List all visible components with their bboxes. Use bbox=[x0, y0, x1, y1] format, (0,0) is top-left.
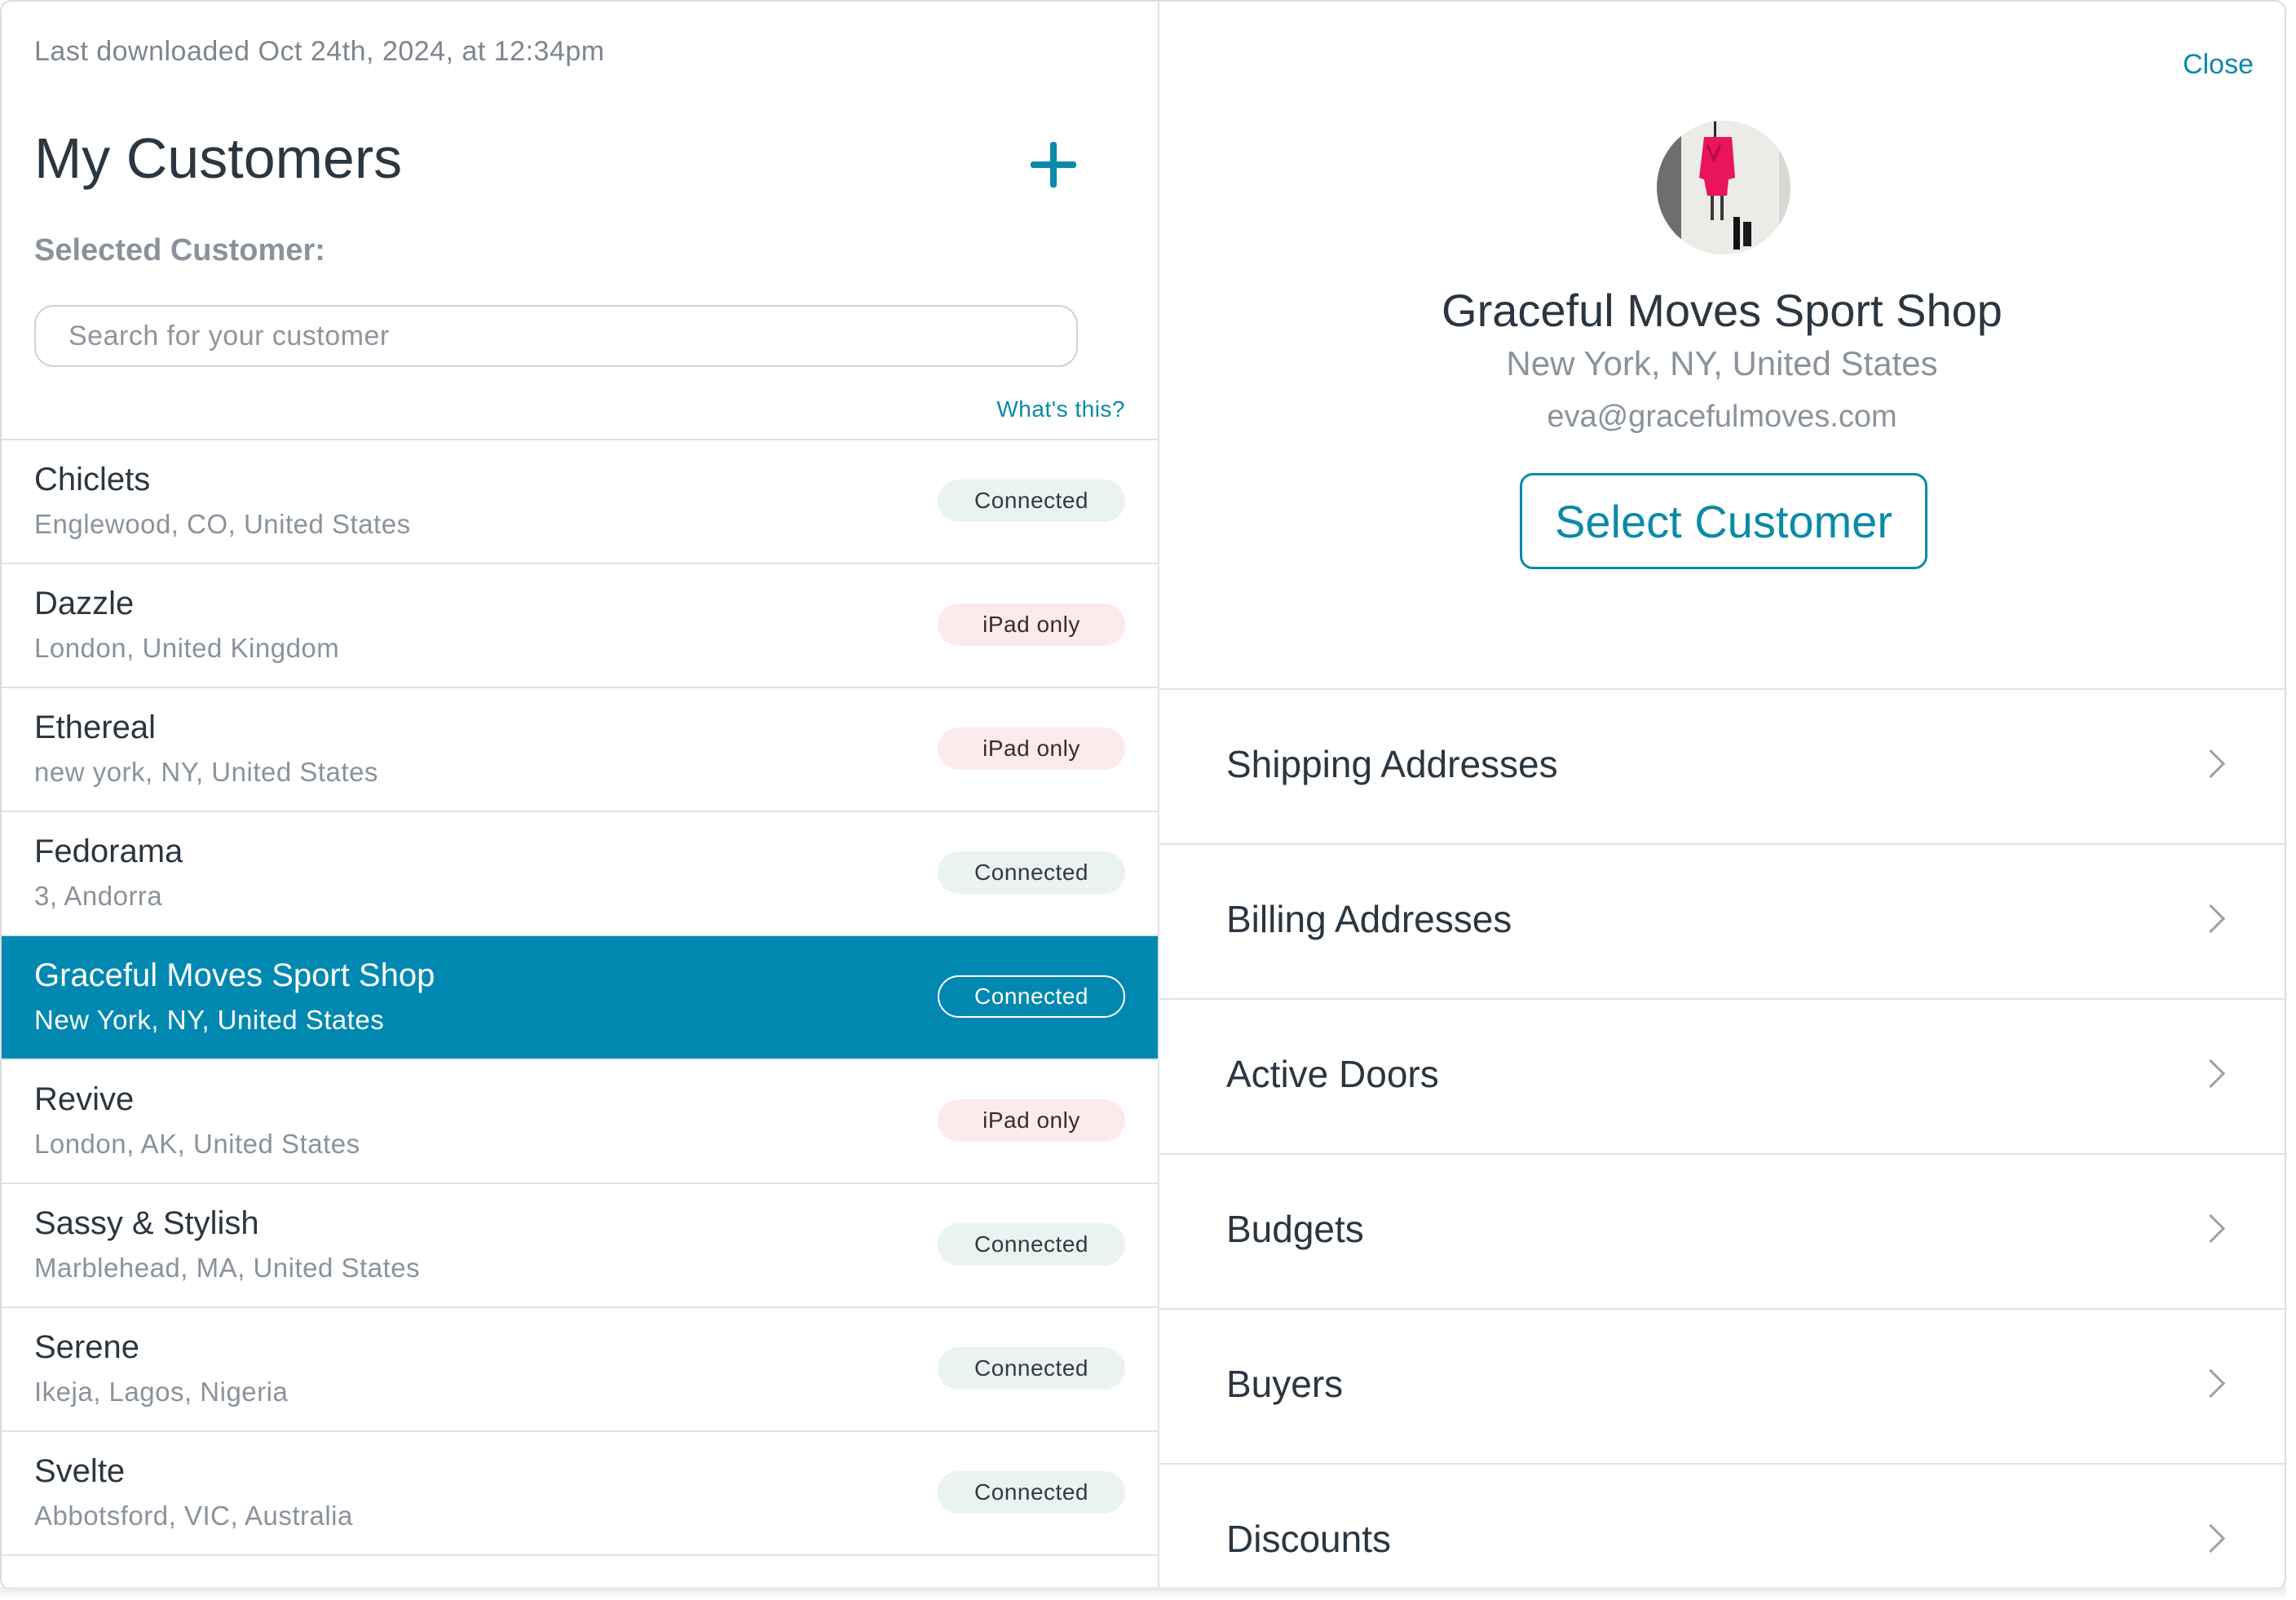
customer-row[interactable]: Revive London, AK, United States iPad on… bbox=[2, 1059, 1158, 1182]
customer-row[interactable]: Ethereal new york, NY, United States iPa… bbox=[2, 687, 1158, 811]
customer-location: London, AK, United States bbox=[34, 1129, 360, 1159]
customer-row[interactable]: Dazzle London, United Kingdom iPad only bbox=[2, 563, 1158, 687]
menu-item-label: Budgets bbox=[1226, 1208, 1364, 1250]
add-customer-button[interactable] bbox=[1029, 140, 1078, 189]
chevron-right-icon bbox=[2196, 749, 2226, 779]
menu-item-discounts[interactable]: Discounts bbox=[1159, 1463, 2285, 1589]
customer-name: Chiclets bbox=[34, 462, 151, 497]
select-customer-button[interactable]: Select Customer bbox=[1520, 473, 1927, 569]
customer-location: Abbotsford, VIC, Australia bbox=[34, 1501, 353, 1531]
customer-location: new york, NY, United States bbox=[34, 757, 378, 787]
menu-item-label: Buyers bbox=[1226, 1363, 1344, 1405]
status-badge: Connected bbox=[938, 1223, 1125, 1266]
menu-item-label: Shipping Addresses bbox=[1226, 743, 1558, 785]
selected-customer-label: Selected Customer: bbox=[34, 233, 325, 267]
chevron-right-icon bbox=[2196, 1213, 2226, 1244]
menu-item-active-doors[interactable]: Active Doors bbox=[1159, 998, 2285, 1153]
status-badge: Connected bbox=[938, 975, 1125, 1018]
customer-name: Svelte bbox=[34, 1453, 126, 1489]
customer-location: Marblehead, MA, United States bbox=[34, 1253, 421, 1283]
customer-location: 3, Andorra bbox=[34, 881, 163, 911]
customer-avatar bbox=[1657, 121, 1790, 254]
customer-location: New York, NY, United States bbox=[34, 1005, 385, 1035]
whats-this-link[interactable]: What's this? bbox=[996, 396, 1125, 422]
status-badge: iPad only bbox=[938, 727, 1125, 770]
chevron-right-icon bbox=[2196, 1368, 2226, 1399]
chevron-right-icon bbox=[2196, 904, 2226, 934]
customer-location: Ikeja, Lagos, Nigeria bbox=[34, 1377, 289, 1407]
detail-customer-name: Graceful Moves Sport Shop bbox=[1442, 285, 2002, 336]
customer-name: Fedorama bbox=[34, 833, 183, 869]
customer-detail-panel: Close Graceful Moves Sport Shop New York… bbox=[1159, 2, 2285, 1589]
menu-item-billing-addresses[interactable]: Billing Addresses bbox=[1159, 843, 2285, 998]
detail-customer-location: New York, NY, United States bbox=[1506, 344, 1938, 382]
detail-customer-email: eva@gracefulmoves.com bbox=[1547, 400, 1897, 434]
last-downloaded-text: Last downloaded Oct 24th, 2024, at 12:34… bbox=[34, 36, 605, 67]
customer-list: Chiclets Englewood, CO, United States Co… bbox=[2, 439, 1158, 1589]
menu-item-buyers[interactable]: Buyers bbox=[1159, 1308, 2285, 1463]
window-shadow bbox=[0, 1587, 2286, 1598]
chevron-right-icon bbox=[2196, 1523, 2226, 1554]
close-button[interactable]: Close bbox=[2183, 49, 2254, 81]
menu-item-label: Active Doors bbox=[1226, 1053, 1439, 1095]
customer-row[interactable]: Sassy & Stylish Marblehead, MA, United S… bbox=[2, 1182, 1158, 1306]
status-badge: Connected bbox=[938, 1471, 1125, 1514]
search-input[interactable] bbox=[34, 305, 1078, 367]
customer-name: Graceful Moves Sport Shop bbox=[34, 957, 435, 993]
customer-name: Revive bbox=[34, 1081, 135, 1117]
chevron-right-icon bbox=[2196, 1059, 2226, 1089]
customer-name: Dazzle bbox=[34, 586, 135, 621]
customer-name: Sassy & Stylish bbox=[34, 1205, 259, 1241]
status-badge: Connected bbox=[938, 851, 1125, 894]
status-badge: iPad only bbox=[938, 603, 1125, 646]
customer-name: Serene bbox=[34, 1329, 139, 1365]
status-badge: Connected bbox=[938, 1347, 1125, 1390]
menu-item-label: Billing Addresses bbox=[1226, 898, 1512, 940]
page-title: My Customers bbox=[34, 126, 403, 190]
customer-row[interactable]: Serene Ikeja, Lagos, Nigeria Connected bbox=[2, 1306, 1158, 1430]
customer-name: Ethereal bbox=[34, 709, 156, 745]
menu-item-budgets[interactable]: Budgets bbox=[1159, 1153, 2285, 1308]
status-badge: iPad only bbox=[938, 1099, 1125, 1142]
detail-menu: Shipping Addresses Billing Addresses Act… bbox=[1159, 688, 2285, 1589]
customer-list-panel: Last downloaded Oct 24th, 2024, at 12:34… bbox=[2, 2, 1159, 1589]
app-window: Last downloaded Oct 24th, 2024, at 12:34… bbox=[0, 0, 2286, 1590]
menu-item-label: Discounts bbox=[1226, 1518, 1391, 1560]
customer-row[interactable]: Chiclets Englewood, CO, United States Co… bbox=[2, 439, 1158, 563]
customer-row[interactable]: Graceful Moves Sport Shop New York, NY, … bbox=[2, 935, 1158, 1059]
status-badge: Connected bbox=[938, 480, 1125, 522]
customer-row[interactable]: Svelte Abbotsford, VIC, Australia Connec… bbox=[2, 1430, 1158, 1554]
customer-row-partial[interactable] bbox=[2, 1554, 1158, 1589]
customer-location: London, United Kingdom bbox=[34, 633, 340, 663]
menu-item-shipping-addresses[interactable]: Shipping Addresses bbox=[1159, 688, 2285, 843]
customer-row[interactable]: Fedorama 3, Andorra Connected bbox=[2, 811, 1158, 935]
customer-location: Englewood, CO, United States bbox=[34, 509, 411, 539]
